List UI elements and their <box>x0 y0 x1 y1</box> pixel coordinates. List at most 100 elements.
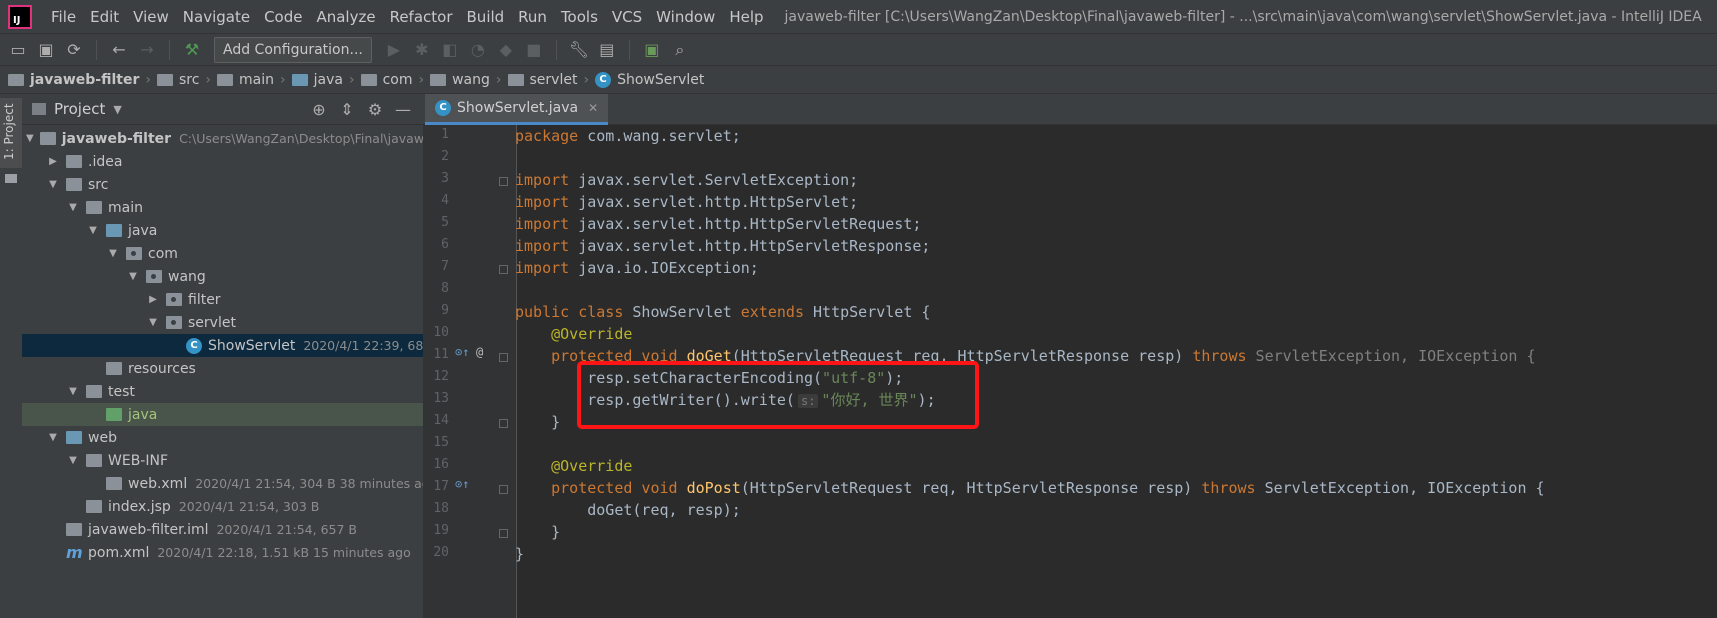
tree-item-pom-xml[interactable]: m pom.xml 2020/4/1 22:18, 1.51 kB 15 min… <box>22 541 423 564</box>
project-panel-title[interactable]: Project <box>54 100 105 118</box>
breadcrumb-item-wang[interactable]: wang <box>430 72 490 88</box>
menu-edit[interactable]: Edit <box>83 8 126 26</box>
tree-item-resources[interactable]: resources <box>22 357 423 380</box>
fold-marker-icon[interactable] <box>499 529 508 538</box>
test-source-folder-icon <box>106 408 122 421</box>
sync-icon[interactable]: ⟳ <box>60 36 88 64</box>
tree-item-javaweb-filter[interactable]: ▼ javaweb-filter C:\Users\WangZan\Deskto… <box>22 127 423 150</box>
menu-vcs[interactable]: VCS <box>605 8 649 26</box>
fold-marker-icon[interactable] <box>499 353 508 362</box>
gear-icon[interactable]: ⚙ <box>361 100 389 119</box>
chevron-down-icon[interactable]: ▼ <box>26 133 34 144</box>
tab-showservlet-java[interactable]: C ShowServlet.java ✕ <box>425 94 609 125</box>
project-structure-icon[interactable]: ▤ <box>593 36 621 64</box>
package-icon <box>126 247 142 260</box>
breadcrumb-item-src[interactable]: src <box>156 72 199 88</box>
chevron-down-icon[interactable]: ▼ <box>66 386 80 397</box>
chevron-down-icon[interactable]: ▼ <box>106 248 120 259</box>
tree-item-iml[interactable]: javaweb-filter.iml 2020/4/1 21:54, 657 B <box>22 518 423 541</box>
chevron-down-icon[interactable]: ▼ <box>86 225 100 236</box>
line-number: 16 <box>433 457 449 472</box>
chevron-down-icon[interactable]: ▼ <box>146 317 160 328</box>
menu-file[interactable]: File <box>44 8 83 26</box>
breadcrumb-label: main <box>239 71 275 88</box>
menu-tools[interactable]: Tools <box>554 8 605 26</box>
override-marker-icon[interactable]: ⊙↑ <box>455 345 469 359</box>
code-line-6: import javax.servlet.http.HttpServletRes… <box>515 237 931 255</box>
tree-item-showservlet[interactable]: C ShowServlet 2020/4/1 22:39, 687 <box>22 334 423 357</box>
tree-item-java[interactable]: ▼ java <box>22 219 423 242</box>
menu-run[interactable]: Run <box>511 8 554 26</box>
tree-item-filter[interactable]: ▶ filter <box>22 288 423 311</box>
add-configuration-button[interactable]: Add Configuration... <box>214 36 372 63</box>
close-icon[interactable]: ✕ <box>588 101 598 115</box>
annotation-marker-icon[interactable]: @ <box>476 345 483 359</box>
folder-icon <box>8 73 24 86</box>
fold-marker-icon[interactable] <box>499 177 508 186</box>
chevron-down-icon[interactable]: ▼ <box>126 271 140 282</box>
tree-item-web-inf[interactable]: ▼ WEB-INF <box>22 449 423 472</box>
menu-navigate[interactable]: Navigate <box>176 8 257 26</box>
breadcrumb-item-main[interactable]: main <box>217 72 274 88</box>
tree-item-test[interactable]: ▼ test <box>22 380 423 403</box>
tree-item-label: pom.xml <box>88 544 150 561</box>
menu-analyze[interactable]: Analyze <box>309 8 382 26</box>
settings-wrench-icon[interactable]: 🔧︎ <box>565 36 593 64</box>
line-number: 3 <box>441 171 449 186</box>
search-icon[interactable]: ⌕ <box>666 36 694 64</box>
menu-code[interactable]: Code <box>257 8 309 26</box>
open-folder-icon[interactable]: ▭ <box>4 36 32 64</box>
fold-marker-icon[interactable] <box>499 265 508 274</box>
debug-icon[interactable]: ✱ <box>408 36 436 64</box>
menu-view[interactable]: View <box>126 8 176 26</box>
build-hammer-icon[interactable]: ⚒ <box>178 36 206 64</box>
run-icon[interactable]: ▶ <box>380 36 408 64</box>
chevron-down-icon[interactable]: ▼ <box>113 103 121 116</box>
menu-window[interactable]: Window <box>649 8 722 26</box>
editor-tab-bar: C ShowServlet.java ✕ <box>423 94 1717 125</box>
tab-label: ShowServlet.java <box>457 100 579 116</box>
chevron-right-icon[interactable]: ▶ <box>46 156 60 167</box>
tree-item-index-jsp[interactable]: index.jsp 2020/4/1 21:54, 303 B <box>22 495 423 518</box>
run-dropdown-icon[interactable]: ◆ <box>492 36 520 64</box>
minimize-icon[interactable]: — <box>389 100 417 119</box>
menu-help[interactable]: Help <box>722 8 770 26</box>
breadcrumb-item-java[interactable]: java <box>291 72 343 88</box>
chevron-down-icon[interactable]: ▼ <box>46 179 60 190</box>
project-tool-tab-label: 1: Project <box>2 103 16 160</box>
override-marker-icon[interactable]: ⊙↑ <box>455 477 469 491</box>
tree-item-test-java[interactable]: java <box>22 403 423 426</box>
project-tool-tab[interactable]: 1: Project <box>0 98 22 168</box>
chevron-down-icon[interactable]: ▼ <box>66 455 80 466</box>
breadcrumb-item-showservlet[interactable]: C ShowServlet <box>595 71 704 88</box>
profile-icon[interactable]: ◔ <box>464 36 492 64</box>
locate-target-icon[interactable]: ⊕ <box>305 100 333 119</box>
menu-refactor[interactable]: Refactor <box>383 8 460 26</box>
tree-item-servlet[interactable]: ▼ servlet <box>22 311 423 334</box>
tree-item-com[interactable]: ▼ com <box>22 242 423 265</box>
back-arrow-icon[interactable]: ← <box>105 36 133 64</box>
coverage-icon[interactable]: ◧ <box>436 36 464 64</box>
chevron-right-icon[interactable]: ▶ <box>146 294 160 305</box>
tree-item-idea[interactable]: ▶ .idea <box>22 150 423 173</box>
stop-icon[interactable]: ■ <box>520 36 548 64</box>
line-number: 14 <box>433 413 449 428</box>
tree-item-wang[interactable]: ▼ wang <box>22 265 423 288</box>
fold-marker-icon[interactable] <box>499 485 508 494</box>
menu-build[interactable]: Build <box>460 8 512 26</box>
save-icon[interactable]: ▣ <box>32 36 60 64</box>
terminal-icon[interactable]: ▣ <box>638 36 666 64</box>
breadcrumb-item-project[interactable]: javaweb-filter <box>8 72 139 88</box>
breadcrumb-item-servlet[interactable]: servlet <box>507 72 577 88</box>
fold-marker-icon[interactable] <box>499 419 508 428</box>
collapse-all-icon[interactable]: ⇕ <box>333 100 361 119</box>
tree-item-label: src <box>88 176 109 193</box>
tree-item-web[interactable]: ▼ web <box>22 426 423 449</box>
chevron-down-icon[interactable]: ▼ <box>66 202 80 213</box>
forward-arrow-icon[interactable]: → <box>133 36 161 64</box>
tree-item-web-xml[interactable]: web.xml 2020/4/1 21:54, 304 B 38 minutes… <box>22 472 423 495</box>
breadcrumb-item-com[interactable]: com <box>360 72 412 88</box>
tree-item-main[interactable]: ▼ main <box>22 196 423 219</box>
chevron-down-icon[interactable]: ▼ <box>46 432 60 443</box>
tree-item-src[interactable]: ▼ src <box>22 173 423 196</box>
